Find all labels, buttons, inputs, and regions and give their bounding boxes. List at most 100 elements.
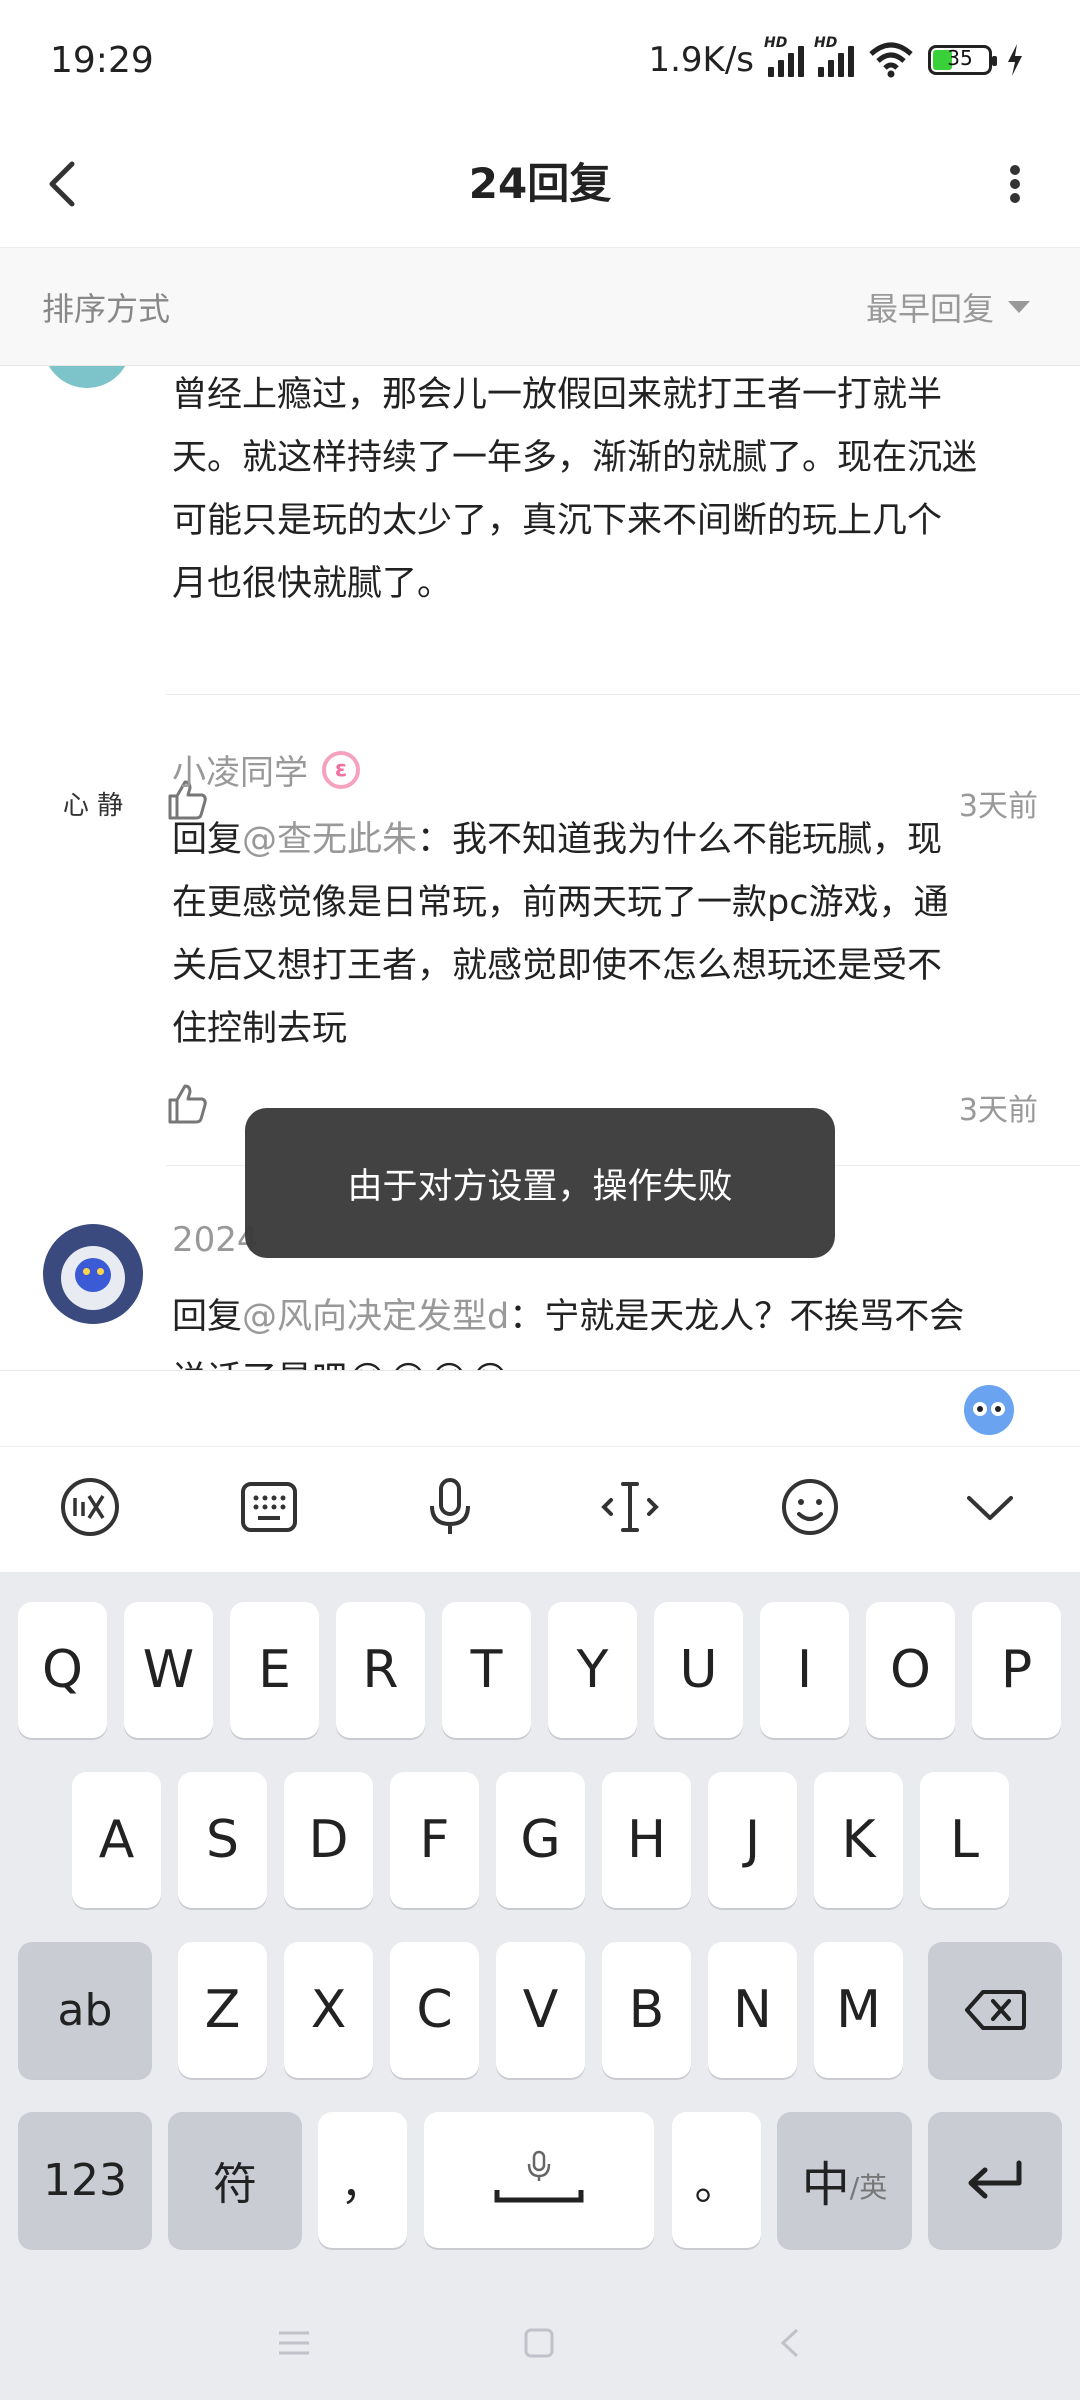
avatar-text: 心 静 [62, 790, 124, 821]
key-i[interactable]: I [760, 1602, 849, 1738]
key-shift[interactable]: ab [18, 1942, 152, 2078]
key-u[interactable]: U [654, 1602, 743, 1738]
keyboard-layout-icon[interactable] [234, 1472, 304, 1542]
enter-icon [968, 2160, 1022, 2199]
key-comma[interactable]: ， [318, 2112, 407, 2248]
reply-text: 回复@风向决定发型d：宁就是天龙人？不挨骂不会 说话了是吧😭😭😭😭 [172, 1286, 1052, 1370]
ime-logo-icon[interactable] [55, 1472, 125, 1542]
microphone-icon[interactable] [415, 1472, 485, 1542]
reply-prefix: 回复 [172, 820, 243, 860]
badge-text: ε [334, 757, 348, 782]
signal-2-icon: HD [814, 35, 854, 77]
reply-prefix: 回复 [172, 1297, 243, 1337]
assistant-icon[interactable] [964, 1385, 1014, 1435]
reply-line: 住控制去玩 [172, 1009, 348, 1049]
home-nav-icon[interactable] [522, 2326, 556, 2364]
key-lang-switch[interactable]: 中/英 [777, 2112, 912, 2248]
mention-link[interactable]: @查无此朱 [242, 820, 417, 860]
key-period[interactable]: 。 [672, 2112, 761, 2248]
like-button[interactable] [166, 1082, 210, 1126]
key-t[interactable]: T [442, 1602, 531, 1738]
key-d[interactable]: D [284, 1772, 373, 1908]
system-nav-bar [0, 2290, 1080, 2400]
soft-keyboard: Q W E R T Y U I O P A S D F G H J K L ab… [0, 1572, 1080, 2400]
signal-1-icon: HD [764, 35, 804, 77]
key-n[interactable]: N [708, 1942, 797, 2078]
key-b[interactable]: B [602, 1942, 691, 2078]
keyboard-toolbar [0, 1446, 1080, 1572]
chevron-down-icon [1008, 301, 1030, 313]
space-mic-icon [494, 2150, 584, 2203]
key-s[interactable]: S [178, 1772, 267, 1908]
lang-main: 中 [801, 2157, 850, 2213]
key-f[interactable]: F [390, 1772, 479, 1908]
reply-line: ：宁就是天龙人？不挨骂不会 [509, 1297, 965, 1337]
reply-text: 回复@查无此朱：我不知道我为什么不能玩腻，现 在更感觉像是日常玩，前两天玩了一款… [172, 809, 1052, 1061]
battery-level: 35 [947, 46, 973, 70]
key-r[interactable]: R [336, 1602, 425, 1738]
sort-dropdown[interactable]: 最早回复 [866, 284, 1030, 330]
reply-line: 关后又想打王者，就感觉即使不怎么想玩还是受不 [172, 946, 943, 986]
emoji-icon[interactable] [775, 1472, 845, 1542]
top-app-bar: 24回复 [0, 120, 1080, 248]
key-j[interactable]: J [708, 1772, 797, 1908]
sort-bar: 排序方式 最早回复 [0, 248, 1080, 366]
key-x[interactable]: X [284, 1942, 373, 2078]
key-e[interactable]: E [230, 1602, 319, 1738]
key-l[interactable]: L [920, 1772, 1009, 1908]
net-speed: 1.9K/s [648, 40, 754, 80]
reply-time: 3天前 [958, 1093, 1038, 1128]
backspace-key[interactable] [928, 1942, 1062, 2078]
key-c[interactable]: C [390, 1942, 479, 2078]
space-key[interactable] [424, 2112, 654, 2248]
reply-line: 曾经上瘾过，那会儿一放假回来就打王者一打就半 [172, 375, 943, 415]
key-q[interactable]: Q [18, 1602, 107, 1738]
user-line: 小凌同学 ε [172, 745, 360, 794]
back-nav-icon[interactable] [775, 2326, 805, 2364]
status-indicators: 1.9K/s HD HD 35 [648, 35, 1024, 80]
key-symbols[interactable]: 符 [168, 2112, 302, 2248]
page-title: 24回复 [468, 159, 612, 208]
level-badge: ε [322, 750, 360, 789]
key-o[interactable]: O [866, 1602, 955, 1738]
cursor-move-icon[interactable] [595, 1472, 665, 1542]
reply-input-bar[interactable] [0, 1370, 1080, 1446]
status-time: 19:29 [50, 40, 154, 81]
key-k[interactable]: K [814, 1772, 903, 1908]
avatar[interactable] [43, 1224, 143, 1324]
key-v[interactable]: V [496, 1942, 585, 2078]
charging-icon [1008, 44, 1022, 76]
key-z[interactable]: Z [178, 1942, 267, 2078]
battery-icon: 35 [928, 45, 997, 75]
key-h[interactable]: H [602, 1772, 691, 1908]
key-p[interactable]: P [972, 1602, 1061, 1738]
reply-item: 心 静 小凌同学 ε 回复@查无此朱：我不知道我为什么不能玩腻，现 在更感觉像是… [0, 695, 1080, 1165]
status-bar: 19:29 1.9K/s HD HD 35 [0, 0, 1080, 120]
thumbs-up-icon [168, 1084, 207, 1124]
sort-value: 最早回复 [865, 290, 994, 328]
wifi-icon [869, 42, 913, 78]
key-w[interactable]: W [124, 1602, 213, 1738]
username[interactable]: 小凌同学 [172, 745, 308, 794]
avatar[interactable]: 心 静 [43, 753, 143, 853]
key-numbers[interactable]: 123 [18, 2112, 152, 2248]
more-options-icon[interactable] [980, 144, 1050, 224]
reply-line: ：我不知道我为什么不能玩腻，现 [417, 820, 943, 860]
key-g[interactable]: G [496, 1772, 585, 1908]
key-a[interactable]: A [72, 1772, 161, 1908]
menu-nav-icon[interactable] [275, 2328, 313, 2362]
toast-message: 由于对方设置，操作失败 [245, 1108, 835, 1258]
reply-line: 可能只是玩的太少了，真沉下来不间断的玩上几个 [172, 501, 943, 541]
reply-line: 天。就这样持续了一年多，渐渐的就腻了。现在沉迷 [172, 438, 978, 478]
enter-key[interactable] [928, 2112, 1062, 2248]
avatar[interactable] [43, 366, 131, 388]
hide-keyboard-icon[interactable] [955, 1472, 1025, 1542]
reply-line: 在更感觉像是日常玩，前两天玩了一款pc游戏，通 [172, 883, 949, 923]
key-y[interactable]: Y [548, 1602, 637, 1738]
key-m[interactable]: M [814, 1942, 903, 2078]
reply-text: 曾经上瘾过，那会儿一放假回来就打王者一打就半 天。就这样持续了一年多，渐渐的就腻… [172, 366, 1052, 616]
backspace-icon [965, 1990, 1026, 2030]
reply-line: 说话了是吧😭😭😭😭 [172, 1349, 1052, 1370]
lang-sub: /英 [849, 2171, 888, 2204]
mention-link[interactable]: @风向决定发型d [242, 1297, 509, 1337]
